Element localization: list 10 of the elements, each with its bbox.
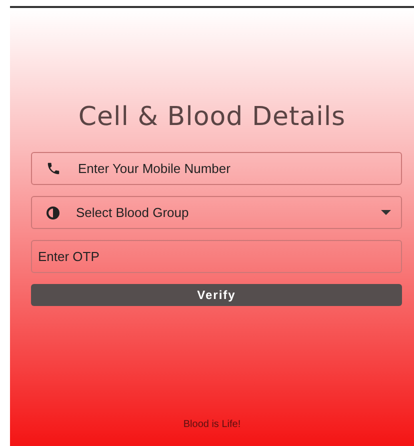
page-title: Cell & Blood Details xyxy=(77,102,347,132)
footer-text: Blood is Life! xyxy=(182,419,242,430)
blood-group-dropdown[interactable]: Select Blood Group xyxy=(31,196,402,229)
contrast-icon xyxy=(46,206,60,220)
phone-icon xyxy=(46,161,61,176)
verify-button[interactable]: Verify xyxy=(31,284,402,306)
caret-icon xyxy=(381,210,391,215)
otp-field[interactable]: Enter OTP xyxy=(31,240,402,273)
mobile-number-field[interactable]: Enter Your Mobile Number xyxy=(31,152,402,185)
dropdown-placeholder: Select Blood Group xyxy=(76,205,190,220)
